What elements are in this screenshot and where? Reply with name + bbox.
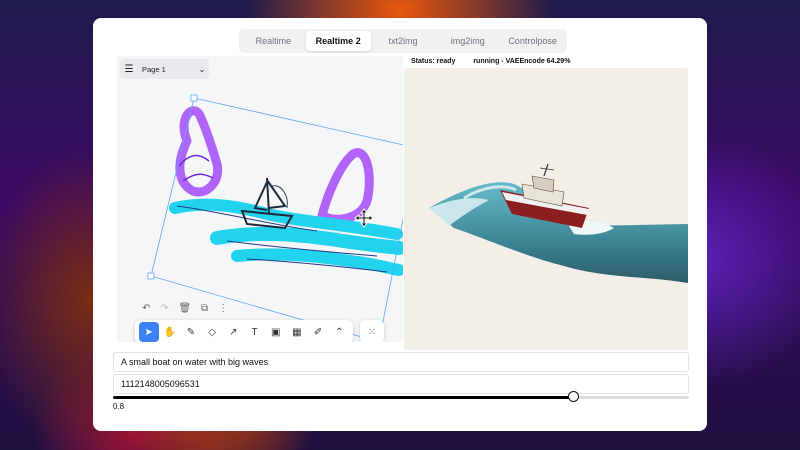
strength-slider-fill bbox=[113, 396, 574, 399]
image-tool[interactable]: ▦ bbox=[287, 322, 307, 342]
tab-realtime[interactable]: Realtime bbox=[241, 31, 306, 51]
page-label: Page 1 bbox=[142, 64, 166, 74]
generated-boat-image bbox=[429, 163, 688, 283]
status-progress: running - VAEEncode 64.29% bbox=[473, 58, 571, 65]
eraser-icon: ◇ bbox=[208, 326, 216, 338]
status-state: Status: ready bbox=[411, 58, 456, 65]
tab-controlpose[interactable]: Controlpose bbox=[500, 31, 565, 51]
text-tool[interactable]: T bbox=[245, 322, 265, 342]
note-icon: ▣ bbox=[270, 326, 281, 338]
highlight-tool[interactable]: ✐ bbox=[308, 322, 328, 342]
chevron-down-icon[interactable]: ⌄ bbox=[195, 65, 209, 74]
arrow-icon: ↗ bbox=[229, 326, 238, 338]
mode-tabs: Realtime Realtime 2 txt2img img2img Cont… bbox=[239, 29, 567, 53]
trash-icon[interactable]: 🗑 bbox=[178, 303, 191, 314]
strength-slider[interactable] bbox=[113, 391, 689, 402]
select-tool[interactable]: ➤ bbox=[138, 322, 159, 342]
drawing-canvas[interactable]: ☰ Page 1 ⌄ ↶ ↷ 🗑 ⧉ ⋮ ➤ ✋ ✎ ◇ ↗ T ▣ ▦ ✐ ⌃ ⁙ bbox=[117, 56, 403, 342]
sketch-purple-right bbox=[317, 148, 374, 224]
seed-input[interactable]: 1112148005096531 bbox=[113, 374, 689, 394]
app-window: Realtime Realtime 2 txt2img img2img Cont… bbox=[93, 18, 707, 431]
tab-txt2img[interactable]: txt2img bbox=[371, 31, 436, 51]
chevron-up-icon: ⌃ bbox=[335, 326, 344, 338]
sketch-wave-3 bbox=[231, 248, 403, 276]
edit-toolbar: ↶ ↷ 🗑 ⧉ ⋮ bbox=[137, 298, 233, 318]
text-icon: T bbox=[251, 326, 258, 338]
output-image bbox=[404, 68, 688, 350]
cursor-icon: ➤ bbox=[144, 326, 153, 338]
page-selector[interactable]: ☰ Page 1 ⌄ bbox=[120, 59, 209, 79]
redo-icon[interactable]: ↷ bbox=[160, 303, 168, 314]
image-icon: ▦ bbox=[292, 326, 302, 338]
more-icon[interactable]: ⋮ bbox=[218, 303, 228, 314]
sketch-boat-sail bbox=[253, 177, 287, 215]
pencil-icon: ✎ bbox=[186, 326, 196, 338]
boat-mast bbox=[543, 163, 549, 177]
highlighter-icon: ✐ bbox=[313, 326, 323, 338]
eraser-tool[interactable]: ◇ bbox=[202, 322, 222, 342]
hand-icon: ✋ bbox=[163, 326, 176, 338]
grid-icon[interactable]: ⁙ bbox=[360, 320, 384, 342]
duplicate-icon[interactable]: ⧉ bbox=[201, 303, 208, 314]
undo-icon[interactable]: ↶ bbox=[142, 303, 150, 314]
status-line: Status: ready running - VAEEncode 64.29% bbox=[411, 58, 570, 65]
hand-tool[interactable]: ✋ bbox=[160, 322, 180, 342]
tab-realtime-2[interactable]: Realtime 2 bbox=[305, 31, 371, 51]
more-tools[interactable]: ⌃ bbox=[329, 322, 349, 342]
prompt-input[interactable]: A small boat on water with big waves bbox=[113, 352, 689, 372]
selection-handle-bottom-left[interactable] bbox=[147, 272, 155, 280]
strength-value: 0.8 bbox=[113, 402, 125, 411]
draw-tool[interactable]: ✎ bbox=[181, 322, 201, 342]
tool-bar: ➤ ✋ ✎ ◇ ↗ T ▣ ▦ ✐ ⌃ bbox=[135, 320, 353, 342]
sketch-wave-2 bbox=[210, 226, 403, 255]
selection-handle-top-left[interactable] bbox=[190, 94, 198, 102]
strength-slider-thumb[interactable] bbox=[567, 391, 579, 402]
hamburger-icon[interactable]: ☰ bbox=[120, 64, 138, 75]
note-tool[interactable]: ▣ bbox=[266, 322, 286, 342]
arrow-tool[interactable]: ↗ bbox=[223, 322, 243, 342]
tab-img2img[interactable]: img2img bbox=[435, 31, 500, 51]
